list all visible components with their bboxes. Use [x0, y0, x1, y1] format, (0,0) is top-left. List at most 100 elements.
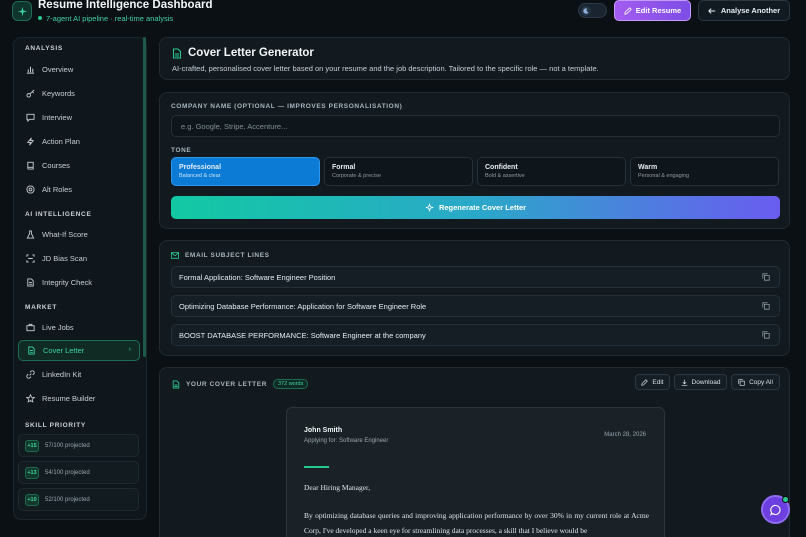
- sidebar-item-label: Courses: [42, 161, 70, 170]
- book-icon: [25, 161, 35, 171]
- skill-delta-badge: +10: [25, 493, 39, 506]
- sidebar-item-overview[interactable]: Overview: [18, 59, 140, 80]
- sidebar-item-interview[interactable]: Interview: [18, 107, 140, 128]
- skill-delta-badge: +15: [25, 439, 39, 452]
- app-title: Resume Intelligence Dashboard: [38, 0, 213, 11]
- section-label-ai-intelligence: AI INTELLIGENCE: [25, 211, 92, 218]
- chat-assistant-button[interactable]: [761, 495, 790, 524]
- chat-bubble-icon: [769, 504, 781, 516]
- sidebar-item-what-if-score[interactable]: What-If Score: [18, 224, 140, 245]
- moon-icon: [581, 6, 591, 16]
- theme-toggle[interactable]: [578, 3, 607, 18]
- sidebar-item-alt-roles[interactable]: Alt Roles: [18, 179, 140, 200]
- skill-priority-item[interactable]: +15 57/100 projected: [18, 434, 139, 457]
- sidebar-item-live-jobs[interactable]: Live Jobs: [18, 317, 140, 338]
- tone-label: TONE: [171, 147, 192, 154]
- tone-option-professional[interactable]: Professional Balanced & clear: [171, 157, 320, 186]
- target-icon: [25, 185, 35, 195]
- sidebar-item-jd-bias-scan[interactable]: JD Bias Scan: [18, 248, 140, 269]
- sidebar-item-label: Overview: [42, 65, 74, 74]
- sidebar-scrollbar[interactable]: [143, 37, 146, 357]
- sidebar-item-cover-letter[interactable]: Cover Letter ›: [18, 340, 140, 361]
- bolt-icon: [25, 137, 35, 147]
- letter-body: By optimizing database queries and impro…: [304, 511, 649, 535]
- download-icon: [681, 379, 687, 386]
- skill-projected-text: 54/100 projected: [45, 469, 90, 476]
- sidebar-item-label: JD Bias Scan: [42, 254, 88, 263]
- online-status-dot: [782, 496, 789, 503]
- tone-name: Warm: [638, 164, 658, 171]
- cover-letter-heading: YOUR COVER LETTER 372 words: [172, 379, 309, 389]
- document-icon: [25, 278, 35, 288]
- applying-for-text: Applying for: Software Engineer: [304, 438, 389, 444]
- subject-line-item[interactable]: Formal Application: Software Engineer Po…: [171, 266, 780, 288]
- tone-name: Professional: [179, 164, 222, 171]
- file-icon: [26, 346, 36, 356]
- copy-icon[interactable]: [762, 331, 770, 339]
- edit-letter-button[interactable]: Edit: [635, 374, 670, 390]
- sidebar-item-courses[interactable]: Courses: [18, 155, 140, 176]
- chart-icon: [25, 65, 35, 75]
- subject-line-item[interactable]: BOOST DATABASE PERFORMANCE: Software Eng…: [171, 324, 780, 346]
- sparkle-logo-icon: [12, 1, 32, 21]
- chat-icon: [25, 113, 35, 123]
- subject-line-item[interactable]: Optimizing Database Performance: Applica…: [171, 295, 780, 317]
- accent-divider: [304, 466, 329, 468]
- mail-icon: [171, 252, 179, 259]
- download-button[interactable]: Download: [674, 374, 727, 390]
- company-name-label: COMPANY NAME (OPTIONAL — IMPROVES PERSON…: [171, 103, 403, 110]
- sidebar: ANALYSIS Overview Keywords Interview Act…: [13, 37, 147, 520]
- subject-lines-heading: EMAIL SUBJECT LINES: [171, 252, 270, 259]
- skill-priority-item[interactable]: +13 54/100 projected: [18, 461, 139, 484]
- app-header: Resume Intelligence Dashboard 7-agent AI…: [0, 0, 806, 26]
- edit-resume-label: Edit Resume: [635, 6, 682, 15]
- sidebar-item-label: Keywords: [42, 89, 75, 98]
- page-title: Cover Letter Generator: [172, 47, 314, 59]
- download-label: Download: [691, 378, 721, 386]
- sidebar-item-action-plan[interactable]: Action Plan: [18, 131, 140, 152]
- regenerate-button[interactable]: Regenerate Cover Letter: [171, 196, 780, 219]
- subject-line-text: Formal Application: Software Engineer Po…: [179, 272, 336, 282]
- tone-option-formal[interactable]: Formal Corporate & precise: [324, 157, 473, 186]
- sidebar-item-label: Cover Letter: [43, 346, 85, 355]
- section-label-skill-priority: SKILL PRIORITY: [25, 422, 86, 429]
- sidebar-item-label: Integrity Check: [42, 278, 93, 287]
- sidebar-item-keywords[interactable]: Keywords: [18, 83, 140, 104]
- sidebar-item-label: What-If Score: [42, 230, 88, 239]
- sidebar-item-integrity-check[interactable]: Integrity Check: [18, 272, 140, 293]
- tone-option-confident[interactable]: Confident Bold & assertive: [477, 157, 626, 186]
- sidebar-item-linkedin-kit[interactable]: LinkedIn Kit: [18, 364, 140, 385]
- copy-all-button[interactable]: Copy All: [731, 374, 780, 390]
- company-name-input[interactable]: [171, 115, 780, 137]
- generator-form-panel: COMPANY NAME (OPTIONAL — IMPROVES PERSON…: [159, 92, 790, 229]
- subject-lines-panel: EMAIL SUBJECT LINES Formal Application: …: [159, 240, 790, 356]
- copy-icon[interactable]: [762, 302, 770, 310]
- copy-icon: [738, 378, 745, 386]
- skill-projected-text: 57/100 projected: [45, 442, 90, 449]
- analyse-another-button[interactable]: Analyse Another: [698, 0, 790, 21]
- edit-resume-button[interactable]: Edit Resume: [614, 0, 691, 21]
- cover-letter-panel: YOUR COVER LETTER 372 words Edit Downloa…: [159, 367, 790, 537]
- copy-icon[interactable]: [762, 273, 770, 281]
- edit-letter-label: Edit: [652, 378, 664, 386]
- sidebar-item-resume-builder[interactable]: Resume Builder: [18, 388, 140, 409]
- skill-priority-item[interactable]: +10 52/100 projected: [18, 488, 139, 511]
- copy-all-label: Copy All: [749, 378, 773, 386]
- page-description: AI-crafted, personalised cover letter ba…: [172, 64, 599, 73]
- skill-projected-text: 52/100 projected: [45, 496, 90, 503]
- key-icon: [25, 89, 35, 99]
- sidebar-item-label: Resume Builder: [42, 394, 96, 403]
- app-subtitle: 7-agent AI pipeline · real-time analysis: [38, 14, 173, 23]
- pencil-icon: [624, 6, 632, 15]
- regenerate-label: Regenerate Cover Letter: [438, 203, 527, 212]
- section-label-market: MARKET: [25, 304, 58, 311]
- subject-line-text: Optimizing Database Performance: Applica…: [179, 301, 427, 311]
- sidebar-item-label: Alt Roles: [42, 185, 73, 194]
- generator-header-panel: Cover Letter Generator AI-crafted, perso…: [159, 37, 790, 80]
- section-label-analysis: ANALYSIS: [25, 45, 63, 52]
- letter-date: March 28, 2026: [604, 432, 646, 438]
- tone-option-warm[interactable]: Warm Personal & engaging: [630, 157, 779, 186]
- sidebar-item-label: Interview: [42, 113, 73, 122]
- document-icon: [172, 47, 182, 59]
- subject-lines-label: EMAIL SUBJECT LINES: [185, 252, 270, 259]
